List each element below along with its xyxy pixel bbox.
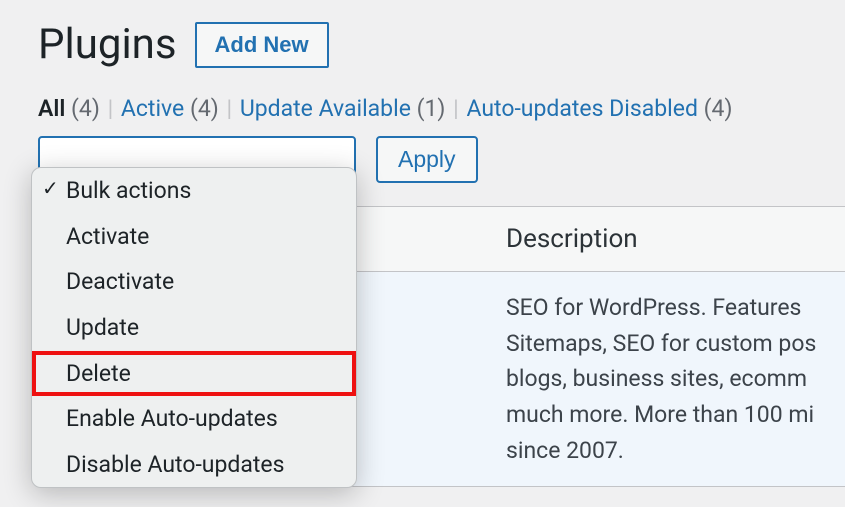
plugin-description: SEO for WordPress. Features Sitemaps, SE…	[506, 272, 845, 486]
add-new-button[interactable]: Add New	[195, 22, 329, 68]
bulk-option-enable-auto-updates[interactable]: Enable Auto-updates	[32, 396, 356, 442]
column-description: Description	[506, 224, 845, 254]
apply-button[interactable]: Apply	[376, 136, 478, 183]
bulk-option-deactivate[interactable]: Deactivate	[32, 259, 356, 305]
plugin-filter-links: All (4) | Active (4) | Update Available …	[38, 95, 845, 122]
bulk-option-placeholder[interactable]: Bulk actions	[32, 168, 356, 214]
bulk-option-delete[interactable]: Delete	[32, 351, 356, 397]
filter-active[interactable]: Active	[121, 95, 184, 122]
filter-all[interactable]: All	[38, 95, 65, 122]
bulk-option-update[interactable]: Update	[32, 305, 356, 351]
page-title: Plugins	[38, 20, 177, 69]
filter-update-available[interactable]: Update Available	[240, 95, 411, 122]
filter-auto-updates-disabled[interactable]: Auto-updates Disabled	[466, 95, 697, 122]
bulk-option-activate[interactable]: Activate	[32, 214, 356, 260]
bulk-actions-dropdown[interactable]: Bulk actions Activate Deactivate Update …	[31, 167, 357, 488]
bulk-option-disable-auto-updates[interactable]: Disable Auto-updates	[32, 442, 356, 488]
